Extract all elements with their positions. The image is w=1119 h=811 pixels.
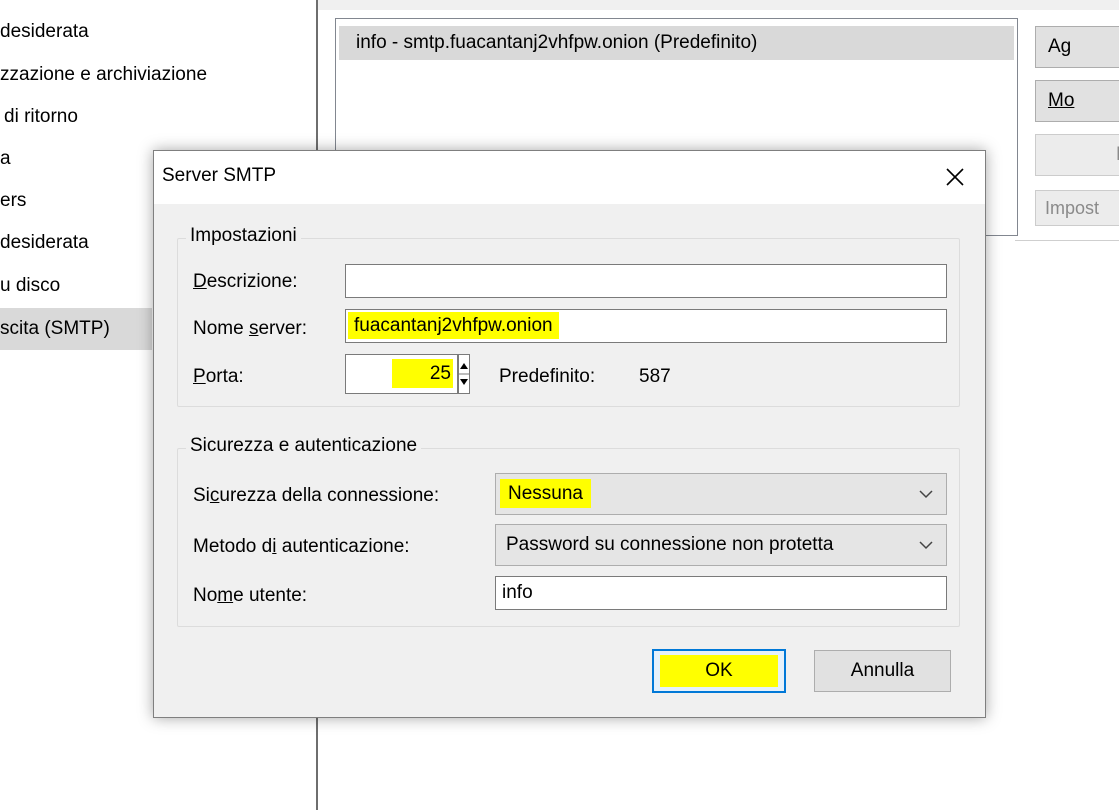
username-field[interactable]: info — [495, 576, 947, 610]
list-item[interactable]: info - smtp.fuacantanj2vhfpw.onion (Pred… — [339, 26, 1014, 60]
connection-security-select[interactable]: Nessuna — [495, 473, 947, 515]
spinner-arrows-icon — [459, 363, 469, 385]
panel-top-strip — [318, 0, 1119, 10]
close-button[interactable] — [927, 151, 985, 204]
edit-server-button[interactable]: Mo — [1035, 80, 1119, 122]
ok-button-label: OK — [705, 660, 733, 681]
server-name-label: Nome server: — [193, 318, 308, 339]
edit-server-button-label: Mo — [1048, 90, 1075, 111]
server-name-value: fuacantanj2vhfpw.onion — [348, 312, 559, 339]
smtp-server-dialog: Server SMTP Impostazioni Descrizione: No… — [153, 150, 986, 718]
auth-method-label: Metodo di autenticazione: — [193, 536, 410, 557]
sidebar-item-junk-2[interactable]: desiderata — [0, 222, 152, 264]
chevron-down-icon — [919, 541, 933, 550]
port-field[interactable]: 25 — [345, 354, 458, 394]
close-icon — [946, 168, 964, 186]
sidebar-item-junk[interactable]: desiderata — [0, 11, 152, 53]
connection-security-label: Sicurezza della connessione: — [193, 485, 440, 506]
sidebar-item-outgoing-smtp[interactable]: scita (SMTP) — [0, 308, 152, 350]
sidebar-item-label: scita (SMTP) — [0, 318, 110, 339]
port-value: 25 — [391, 359, 453, 388]
sidebar-item-label: zzazione e archiviazione — [0, 64, 208, 85]
description-field[interactable] — [345, 264, 947, 298]
sidebar-item-sync-storage[interactable]: zzazione e archiviazione — [0, 54, 207, 96]
sidebar-item-label: desiderata — [0, 21, 89, 42]
dialog-title: Server SMTP — [162, 165, 277, 186]
auth-method-value: Password su connessione non protetta — [506, 534, 834, 555]
chevron-down-icon — [919, 490, 933, 499]
server-name-field[interactable]: fuacantanj2vhfpw.onion — [345, 309, 947, 343]
default-port-value: 587 — [639, 366, 671, 387]
server-list-item-label: info - smtp.fuacantanj2vhfpw.onion (Pred… — [356, 32, 758, 53]
username-label: Nome utente: — [193, 585, 308, 606]
sidebar-item-label: u disco — [0, 275, 61, 296]
cancel-button[interactable]: Annulla — [814, 650, 951, 692]
sidebar-item-security[interactable]: a — [0, 138, 152, 180]
auth-method-select[interactable]: Password su connessione non protetta — [495, 524, 947, 566]
sidebar-item-label: di ritorno — [4, 106, 78, 127]
description-label: Descrizione: — [193, 271, 298, 292]
sidebar-item-label: a — [0, 148, 11, 169]
sidebar-item-return-receipts[interactable]: di ritorno — [0, 96, 152, 138]
sidebar-item-label: ers — [0, 190, 27, 211]
panel-lower-area — [1015, 240, 1119, 811]
add-server-button[interactable]: Ag — [1035, 26, 1119, 68]
port-spinner[interactable] — [458, 354, 470, 394]
dialog-titlebar: Server SMTP — [154, 151, 985, 204]
sidebar-item-folders[interactable]: ers — [0, 180, 152, 222]
connection-security-value: Nessuna — [500, 479, 591, 508]
remove-server-button[interactable]: E — [1035, 134, 1119, 176]
default-port-label: Predefinito: — [499, 366, 596, 387]
ok-button[interactable]: OK — [652, 649, 786, 693]
set-default-server-button[interactable]: Impost — [1035, 190, 1119, 226]
settings-legend: Impostazioni — [186, 225, 301, 247]
port-label: Porta: — [193, 366, 244, 387]
sidebar-item-label: desiderata — [0, 232, 89, 253]
sidebar-item-disk-space[interactable]: u disco — [0, 265, 152, 307]
security-legend: Sicurezza e autenticazione — [186, 435, 422, 457]
